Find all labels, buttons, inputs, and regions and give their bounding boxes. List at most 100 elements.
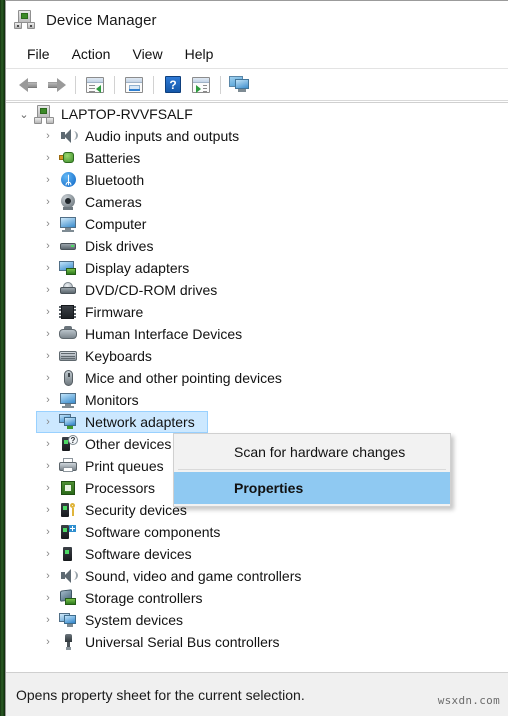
update-driver-button[interactable] [187, 72, 215, 98]
context-menu-item-properties[interactable]: Properties [174, 472, 450, 504]
tree-item-label: Audio inputs and outputs [85, 128, 240, 144]
context-menu-item-scan-for-hardware-changes[interactable]: Scan for hardware changes [174, 437, 450, 467]
toolbar-separator [153, 75, 154, 94]
firmware-icon [56, 304, 80, 320]
tree-item-storage-controllers[interactable]: › Storage controllers [6, 587, 508, 609]
tree-item-label: Keyboards [85, 348, 152, 364]
chevron-right-icon[interactable]: › [40, 482, 56, 494]
chevron-right-icon[interactable]: › [40, 614, 56, 626]
tree-item-label: Firmware [85, 304, 144, 320]
chevron-right-icon[interactable]: › [40, 284, 56, 296]
chevron-down-icon[interactable]: ⌄ [16, 108, 32, 121]
tree-item-keyboards[interactable]: › Keyboards [6, 345, 508, 367]
chevron-right-icon[interactable]: › [40, 130, 56, 142]
chevron-right-icon[interactable]: › [40, 218, 56, 230]
tree-item-system-devices[interactable]: › System devices [6, 609, 508, 631]
tree-item-label: Software components [85, 524, 221, 540]
chevron-right-icon[interactable]: › [40, 504, 56, 516]
tree-item-dvd-cd-rom-drives[interactable]: › DVD/CD-ROM drives [6, 279, 508, 301]
chevron-right-icon[interactable]: › [40, 438, 56, 450]
computer-icon [56, 216, 80, 232]
chevron-right-icon[interactable]: › [40, 328, 56, 340]
tree-item-software-components[interactable]: › Software components [6, 521, 508, 543]
tree-item-sound-video-and-game-controllers[interactable]: › Sound, video and game controllers [6, 565, 508, 587]
chevron-right-icon[interactable]: › [40, 152, 56, 164]
dvd-drive-icon [56, 282, 80, 298]
back-button[interactable] [14, 72, 42, 98]
menu-file[interactable]: File [16, 43, 61, 65]
context-menu: Scan for hardware changes Properties [173, 433, 451, 507]
properties-button[interactable] [120, 72, 148, 98]
chevron-right-icon[interactable]: › [40, 394, 56, 406]
forward-button[interactable] [42, 72, 70, 98]
device-manager-window: Device Manager File Action View Help ? ⌄… [5, 0, 508, 716]
sound-controller-icon [56, 568, 80, 584]
question-mark-glyph: ? [68, 435, 78, 445]
device-tree[interactable]: ⌄ LAPTOP-RVVFSALF › Audio inputs and out… [6, 102, 508, 672]
chevron-right-icon[interactable]: › [40, 262, 56, 274]
tree-item-network-adapters[interactable]: › Network adapters [6, 411, 508, 433]
monitor-icon [56, 392, 80, 408]
tree-item-label: Batteries [85, 150, 141, 166]
menu-action[interactable]: Action [61, 43, 122, 65]
speaker-icon [56, 128, 80, 144]
tree-item-firmware[interactable]: › Firmware [6, 301, 508, 323]
tree-item-label: Disk drives [85, 238, 154, 254]
chevron-right-icon[interactable]: › [40, 526, 56, 538]
toolbar-separator [220, 75, 221, 94]
help-button[interactable]: ? [159, 72, 187, 98]
security-device-icon [56, 502, 80, 518]
chevron-right-icon[interactable]: › [40, 592, 56, 604]
tree-item-bluetooth[interactable]: › ᛦ Bluetooth [6, 169, 508, 191]
chevron-right-icon[interactable]: › [40, 306, 56, 318]
scan-hardware-changes-icon [229, 76, 251, 93]
tree-item-label: Human Interface Devices [85, 326, 243, 342]
processor-icon [56, 480, 80, 496]
tree-item-label: DVD/CD-ROM drives [85, 282, 218, 298]
tree-item-disk-drives[interactable]: › Disk drives [6, 235, 508, 257]
tree-item-mice-and-other-pointing-devices[interactable]: › Mice and other pointing devices [6, 367, 508, 389]
bluetooth-glyph: ᛦ [64, 172, 73, 187]
status-bar-text: Opens property sheet for the current sel… [16, 686, 305, 703]
chevron-right-icon[interactable]: › [40, 350, 56, 362]
tree-item-batteries[interactable]: › Batteries [6, 147, 508, 169]
printer-icon [56, 458, 80, 474]
other-device-icon: ? [56, 435, 80, 452]
update-driver-icon [192, 76, 210, 93]
chevron-right-icon[interactable]: › [40, 548, 56, 560]
toolbar-separator [114, 75, 115, 94]
chevron-right-icon[interactable]: › [40, 416, 56, 428]
tree-root-node[interactable]: ⌄ LAPTOP-RVVFSALF [6, 103, 508, 125]
tree-item-computer[interactable]: › Computer [6, 213, 508, 235]
tree-item-label: Bluetooth [85, 172, 145, 188]
tree-item-cameras[interactable]: › Cameras [6, 191, 508, 213]
tree-item-label: Display adapters [85, 260, 190, 276]
chevron-right-icon[interactable]: › [40, 460, 56, 472]
chevron-right-icon[interactable]: › [40, 636, 56, 648]
scan-hardware-changes-button[interactable] [226, 72, 254, 98]
tree-item-universal-serial-bus-controllers[interactable]: › Universal Serial Bus controllers [6, 631, 508, 653]
chevron-right-icon[interactable]: › [40, 196, 56, 208]
toolbar: ? [6, 69, 508, 101]
hid-icon [56, 326, 80, 342]
help-icon: ? [165, 76, 181, 93]
back-arrow-icon [18, 77, 38, 92]
chevron-right-icon[interactable]: › [40, 570, 56, 582]
battery-icon [56, 150, 80, 166]
tree-item-label: Sound, video and game controllers [85, 568, 302, 584]
chevron-right-icon[interactable]: › [40, 240, 56, 252]
computer-root-icon [32, 105, 56, 124]
menu-help[interactable]: Help [174, 43, 225, 65]
tree-item-display-adapters[interactable]: › Display adapters [6, 257, 508, 279]
tree-item-monitors[interactable]: › Monitors [6, 389, 508, 411]
tree-item-human-interface-devices[interactable]: › Human Interface Devices [6, 323, 508, 345]
menu-view[interactable]: View [121, 43, 173, 65]
tree-item-software-devices[interactable]: › Software devices [6, 543, 508, 565]
show-hide-console-tree-button[interactable] [81, 72, 109, 98]
bluetooth-icon: ᛦ [56, 172, 80, 188]
show-hide-console-tree-icon [86, 76, 104, 93]
chevron-right-icon[interactable]: › [40, 174, 56, 186]
chevron-right-icon[interactable]: › [40, 372, 56, 384]
tree-item-label: Software devices [85, 546, 192, 562]
tree-item-audio-inputs-and-outputs[interactable]: › Audio inputs and outputs [6, 125, 508, 147]
